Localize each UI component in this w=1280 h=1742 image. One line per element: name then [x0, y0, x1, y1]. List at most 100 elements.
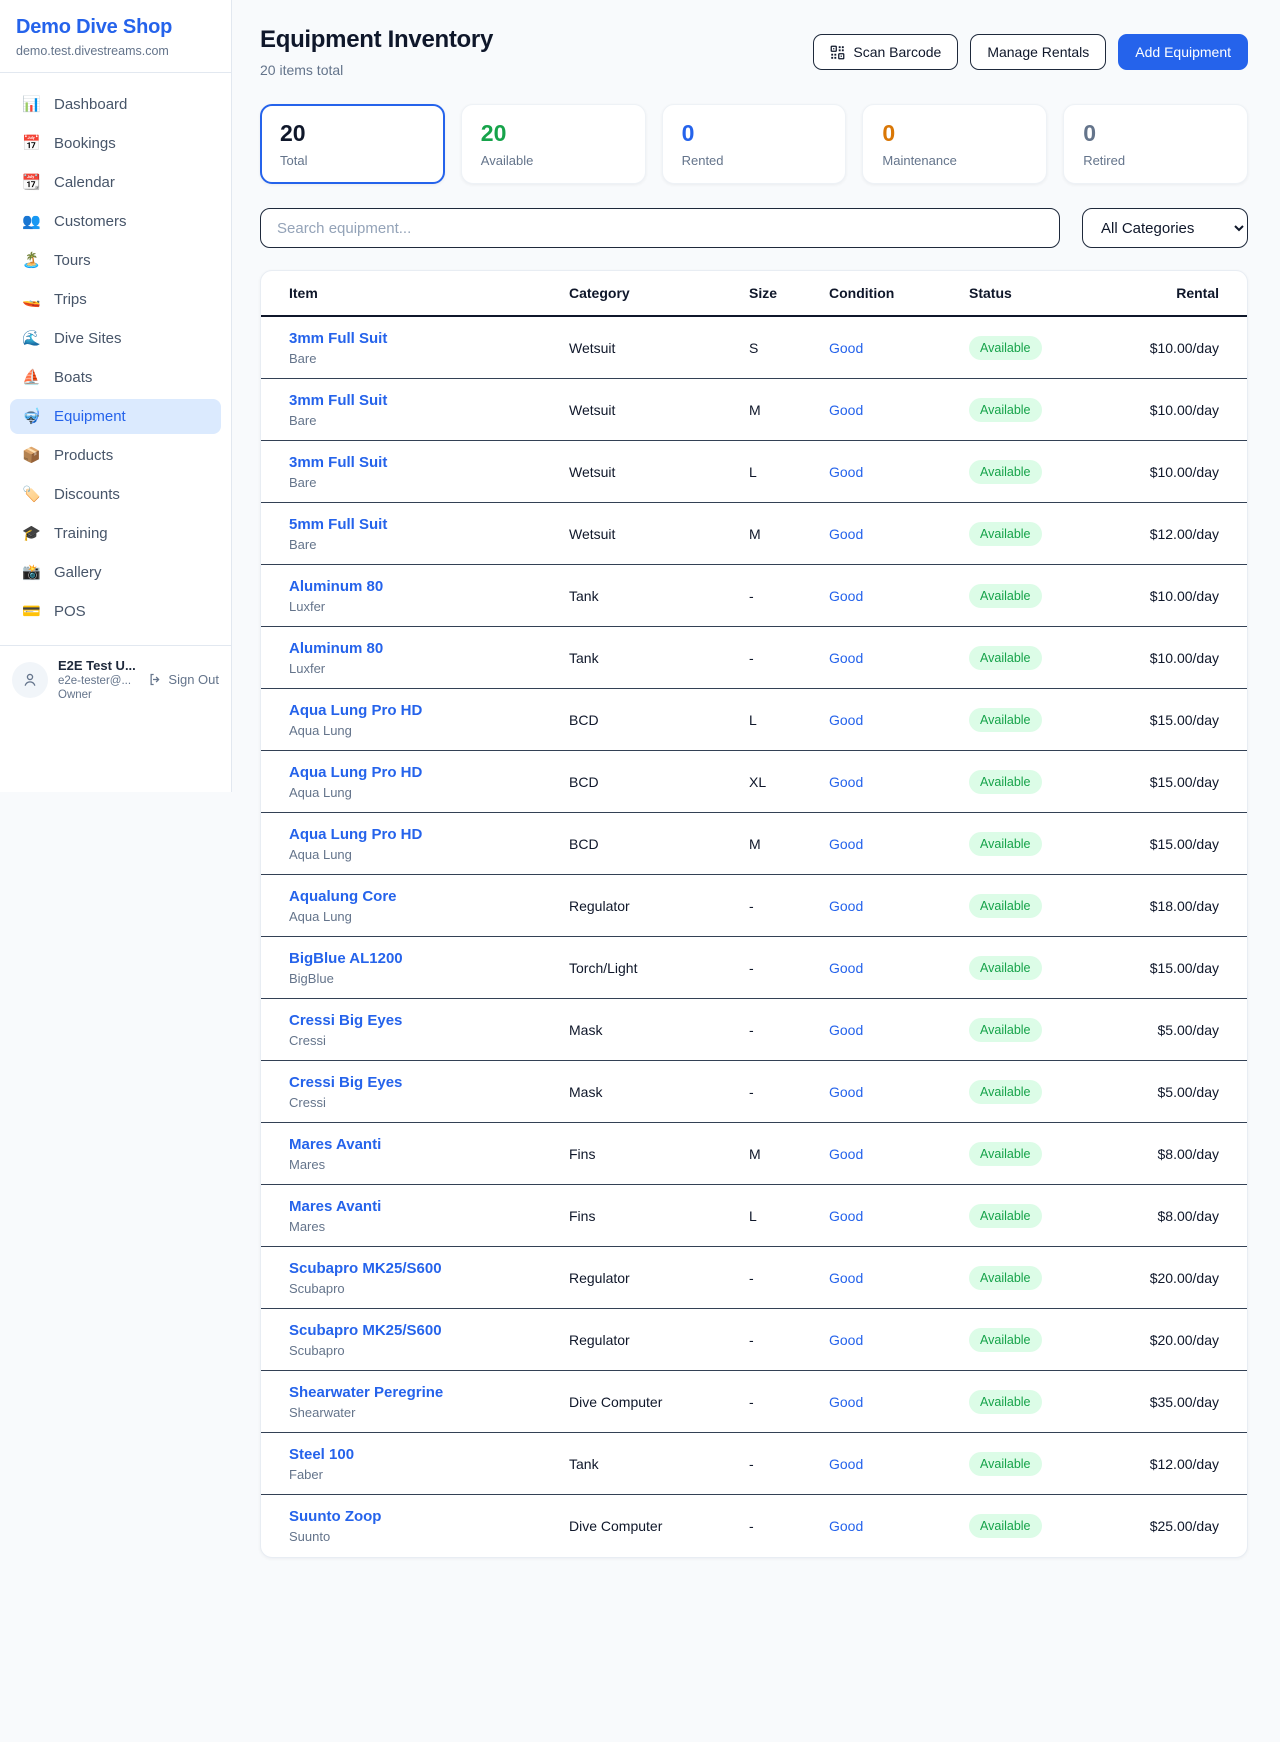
- sidebar-item-gallery[interactable]: 📸Gallery: [10, 555, 221, 590]
- stat-card-retired[interactable]: 0Retired: [1063, 104, 1248, 184]
- status-cell: Available: [969, 832, 1099, 856]
- item-name-link[interactable]: Aluminum 80: [289, 640, 569, 657]
- item-name-link[interactable]: Suunto Zoop: [289, 1508, 569, 1525]
- item-name-link[interactable]: Mares Avanti: [289, 1198, 569, 1215]
- sign-out-button[interactable]: Sign Out: [148, 672, 219, 687]
- condition-link[interactable]: Good: [829, 402, 969, 418]
- item-name-link[interactable]: 3mm Full Suit: [289, 392, 569, 409]
- size-cell: L: [749, 464, 829, 480]
- size-cell: -: [749, 650, 829, 666]
- condition-link[interactable]: Good: [829, 1084, 969, 1100]
- item-name-link[interactable]: 3mm Full Suit: [289, 454, 569, 471]
- sidebar-item-dashboard[interactable]: 📊Dashboard: [10, 87, 221, 122]
- sidebar-item-products[interactable]: 📦Products: [10, 438, 221, 473]
- sidebar-item-boats[interactable]: ⛵ Boats: [10, 360, 221, 395]
- item-name-link[interactable]: Mares Avanti: [289, 1136, 569, 1153]
- condition-link[interactable]: Good: [829, 340, 969, 356]
- size-cell: -: [749, 1332, 829, 1348]
- rental-cell: $5.00/day: [1099, 1022, 1219, 1038]
- status-cell: Available: [969, 770, 1099, 794]
- item-name-link[interactable]: Aluminum 80: [289, 578, 569, 595]
- condition-link[interactable]: Good: [829, 1518, 969, 1534]
- item-brand: Shearwater: [289, 1405, 569, 1420]
- condition-link[interactable]: Good: [829, 650, 969, 666]
- status-cell: Available: [969, 398, 1099, 422]
- condition-link[interactable]: Good: [829, 1456, 969, 1472]
- item-name-link[interactable]: Steel 100: [289, 1446, 569, 1463]
- item-cell: Aqua Lung Pro HDAqua Lung: [289, 764, 569, 800]
- table-row: 5mm Full SuitBareWetsuitMGoodAvailable$1…: [261, 503, 1247, 565]
- category-select[interactable]: All Categories: [1082, 208, 1248, 248]
- condition-link[interactable]: Good: [829, 526, 969, 542]
- sidebar: Demo Dive Shop demo.test.divestreams.com…: [0, 0, 232, 792]
- condition-link[interactable]: Good: [829, 1022, 969, 1038]
- sidebar-item-label: Training: [54, 525, 108, 542]
- header-actions: Scan Barcode Manage Rentals Add Equipmen…: [813, 34, 1248, 70]
- item-name-link[interactable]: Aqualung Core: [289, 888, 569, 905]
- stat-card-rented[interactable]: 0Rented: [662, 104, 847, 184]
- sidebar-item-label: Boats: [54, 369, 92, 386]
- item-cell: Aqua Lung Pro HDAqua Lung: [289, 702, 569, 738]
- rental-cell: $10.00/day: [1099, 588, 1219, 604]
- condition-link[interactable]: Good: [829, 1332, 969, 1348]
- sailboat-icon: ⛵: [22, 370, 40, 385]
- sidebar-item-calendar[interactable]: 📆Calendar: [10, 165, 221, 200]
- item-name-link[interactable]: 5mm Full Suit: [289, 516, 569, 533]
- add-equipment-button[interactable]: Add Equipment: [1118, 34, 1248, 70]
- table-row: Steel 100FaberTank-GoodAvailable$12.00/d…: [261, 1433, 1247, 1495]
- wave-icon: 🌊: [22, 331, 40, 346]
- manage-rentals-button[interactable]: Manage Rentals: [970, 34, 1106, 70]
- condition-link[interactable]: Good: [829, 588, 969, 604]
- item-name-link[interactable]: Aqua Lung Pro HD: [289, 702, 569, 719]
- stat-card-maintenance[interactable]: 0Maintenance: [862, 104, 1047, 184]
- condition-link[interactable]: Good: [829, 464, 969, 480]
- item-name-link[interactable]: Shearwater Peregrine: [289, 1384, 569, 1401]
- status-badge: Available: [969, 1514, 1042, 1538]
- stat-card-total[interactable]: 20Total: [260, 104, 445, 184]
- condition-link[interactable]: Good: [829, 836, 969, 852]
- condition-link[interactable]: Good: [829, 774, 969, 790]
- condition-link[interactable]: Good: [829, 898, 969, 914]
- search-input[interactable]: [260, 208, 1060, 248]
- table-row: Aqua Lung Pro HDAqua LungBCDXLGoodAvaila…: [261, 751, 1247, 813]
- size-cell: -: [749, 1518, 829, 1534]
- sidebar-item-dive-sites[interactable]: 🌊 Dive Sites: [10, 321, 221, 356]
- item-brand: Bare: [289, 475, 569, 490]
- status-badge: Available: [969, 336, 1042, 360]
- item-name-link[interactable]: Aqua Lung Pro HD: [289, 764, 569, 781]
- sidebar-item-customers[interactable]: 👥Customers: [10, 204, 221, 239]
- condition-link[interactable]: Good: [829, 1270, 969, 1286]
- item-brand: Cressi: [289, 1033, 569, 1048]
- items-total-count: 20 items total: [260, 62, 493, 78]
- status-badge: Available: [969, 770, 1042, 794]
- sidebar-item-bookings[interactable]: 📅Bookings: [10, 126, 221, 161]
- scan-barcode-button[interactable]: Scan Barcode: [813, 34, 958, 70]
- item-name-link[interactable]: BigBlue AL1200: [289, 950, 569, 967]
- sidebar-item-trips[interactable]: 🚤Trips: [10, 282, 221, 317]
- item-name-link[interactable]: Cressi Big Eyes: [289, 1012, 569, 1029]
- item-name-link[interactable]: Scubapro MK25/S600: [289, 1322, 569, 1339]
- condition-link[interactable]: Good: [829, 1394, 969, 1410]
- people-icon: 👥: [22, 214, 40, 229]
- status-cell: Available: [969, 1514, 1099, 1538]
- status-cell: Available: [969, 1328, 1099, 1352]
- condition-link[interactable]: Good: [829, 712, 969, 728]
- stat-card-available[interactable]: 20Available: [461, 104, 646, 184]
- item-name-link[interactable]: 3mm Full Suit: [289, 330, 569, 347]
- condition-link[interactable]: Good: [829, 1208, 969, 1224]
- sidebar-item-training[interactable]: 🎓Training: [10, 516, 221, 551]
- condition-link[interactable]: Good: [829, 1146, 969, 1162]
- item-name-link[interactable]: Scubapro MK25/S600: [289, 1260, 569, 1277]
- item-name-link[interactable]: Cressi Big Eyes: [289, 1074, 569, 1091]
- sidebar-item-discounts[interactable]: 🏷️Discounts: [10, 477, 221, 512]
- condition-link[interactable]: Good: [829, 960, 969, 976]
- item-name-link[interactable]: Aqua Lung Pro HD: [289, 826, 569, 843]
- sidebar-item-label: Dive Sites: [54, 330, 122, 347]
- status-badge: Available: [969, 1142, 1042, 1166]
- status-badge: Available: [969, 584, 1042, 608]
- dive-mask-icon: 🤿: [22, 409, 40, 424]
- sidebar-item-pos[interactable]: 💳POS: [10, 594, 221, 629]
- sidebar-item-equipment[interactable]: 🤿Equipment: [10, 399, 221, 434]
- sidebar-item-tours[interactable]: 🏝️Tours: [10, 243, 221, 278]
- status-cell: Available: [969, 522, 1099, 546]
